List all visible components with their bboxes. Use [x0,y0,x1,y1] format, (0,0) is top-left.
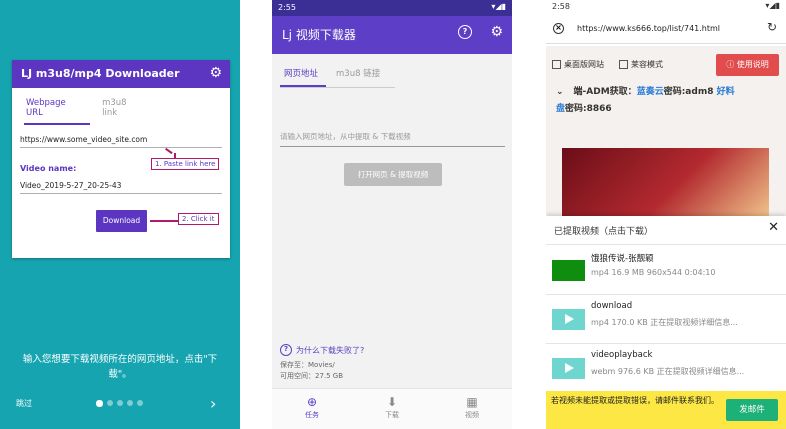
card-tabs: Webpage URL m3u8 link [24,96,154,125]
faq-link[interactable]: ? 为什么下载失败了? [280,344,364,356]
app-bar: Lj 视频下载器 ? ⚙ [272,16,512,54]
onboarding-panel: LJ m3u8/mp4 Downloader ⚙ Webpage URL m3u… [0,0,240,429]
checkbox-label: 桌面版网站 [564,60,604,69]
card-title: LJ m3u8/mp4 Downloader [21,67,180,80]
desktop-mode-checkbox[interactable]: 桌面版网站 [552,59,604,70]
page-dot [117,400,123,406]
url-field: https://www.some_video_site.com [20,135,222,148]
video-item[interactable]: videoplayback webm 976.6 KB 正在提取视频详细信息..… [546,344,786,392]
chevron-right-icon[interactable]: › [210,394,216,413]
checkbox-icon [619,60,628,69]
download-icon: ⬇ [386,395,398,409]
refresh-icon[interactable]: ↻ [767,20,777,34]
checkbox-icon [552,60,561,69]
email-button[interactable]: 发邮件 [726,399,778,421]
browser-panel: 2:58 ▾◢▮ × https://www.ks666.top/list/74… [546,0,786,429]
web-page-text: ⌄ 端-ADM获取：蓝奏云密码:adm8 好料 盘密码:8866 [556,84,781,118]
onboarding-instruction: 输入您想要下载视频所在的网页地址，点击"下载"。 [22,354,218,380]
signal-battery-icon: ▾◢▮ [491,2,506,11]
url-text[interactable]: https://www.ks666.top/list/741.html [577,24,720,33]
play-icon [552,309,585,330]
tab-webpage-address[interactable]: 网页地址 [280,65,327,87]
status-bar: 2:58 ▾◢▮ [546,0,786,14]
film-icon: ▦ [466,395,478,409]
tab-m3u8-link[interactable]: m3u8 链接 [326,65,380,87]
open-extract-button[interactable]: 打开网页 & 提取视频 [344,163,442,186]
checkbox-label: 莱容模式 [631,60,663,69]
question-icon: ? [280,344,292,356]
video-name: download [591,301,633,311]
video-meta: webm 976.6 KB 正在提取视频详细信息... [591,367,745,376]
tab-m3u8-link: m3u8 link [102,98,127,118]
web-link[interactable]: 好料 [717,87,735,97]
faq-text: 为什么下载失败了? [296,345,365,355]
main-screen-panel: 2:55 ▾◢▮ Lj 视频下载器 ? ⚙ 网页地址 m3u8 链接 请输入网页… [272,0,512,429]
gear-icon[interactable]: ⚙ [490,24,503,40]
chevron-down-icon: ⌄ [556,87,564,97]
free-space: 可用空间：27.5 GB [280,372,344,380]
tab-webpage-url: Webpage URL [24,96,91,125]
incognito-checkbox[interactable]: 莱容模式 [619,59,663,70]
divider [546,244,786,245]
status-bar: 2:55 ▾◢▮ [272,0,512,16]
video-item[interactable]: 饿狼传说-张靓颖 mp4 16.9 MB 960x544 0:04:10 [546,246,786,294]
video-name: videoplayback [591,350,653,360]
video-name-field: Video_2019-5-27_20-25-43 [20,181,222,194]
gear-icon: ⚙ [209,65,222,81]
app-title: Lj 视频下载器 [282,28,356,42]
skip-button[interactable]: 跳过 [16,398,32,409]
web-text-e: 密码:8866 [565,104,612,114]
video-meta: mp4 16.9 MB 960x544 0:04:10 [591,268,716,277]
url-input[interactable]: 请输入网页地址，从中提取 & 下载视频 [280,131,505,147]
nav-downloads[interactable]: ⬇ 下载 [352,389,432,429]
download-button: Download [96,210,147,232]
web-text-a: 端-ADM获取： [573,87,637,97]
callout2-arrow [150,220,178,222]
video-poster-image [562,148,769,218]
help-icon[interactable]: ? [458,25,472,39]
video-item[interactable]: download mp4 170.0 KB 正在提取视频详细信息... [546,295,786,343]
callout-click-it: 2. Click it [178,213,219,225]
nav-label: 视频 [465,411,479,419]
nav-tasks[interactable]: ⊕ 任务 [272,389,352,429]
web-content: 桌面版网站 莱容模式 ⓘ 使用说明 ⌄ 端-ADM获取：蓝奏云密码:adm8 好料… [546,46,786,218]
video-name-label: Video name: [20,164,77,173]
add-circle-icon: ⊕ [306,395,318,409]
bottom-nav: ⊕ 任务 ⬇ 下载 ▦ 视频 [272,388,512,429]
web-text-b: 密码:adm8 [663,87,717,97]
sheet-title: 已提取视频（点击下载） [554,227,654,237]
page-dot [137,400,143,406]
status-time: 2:58 [552,2,570,11]
nav-label: 任务 [305,411,319,419]
storage-info: 保存至：Movies/ 可用空间：27.5 GB [280,360,343,382]
save-path: 保存至：Movies/ [280,361,335,369]
input-tabs: 网页地址 m3u8 链接 [280,65,395,88]
close-icon[interactable]: × [553,23,564,34]
nav-label: 下载 [385,411,399,419]
close-icon[interactable]: ✕ [768,220,779,235]
page-indicator [96,399,147,407]
banner-text: 若视频未能提取或提取错误，请邮件联系我们。 [551,396,719,405]
callout-paste-link: 1. Paste link here [151,158,220,170]
onboarding-footer: 跳过 › [0,394,240,414]
video-name: 饿狼传说-张靓颖 [591,254,654,264]
page-dot [107,400,113,406]
browser-url-bar: × https://www.ks666.top/list/741.html ↻ [546,14,786,44]
signal-battery-icon: ▾◢▮ [765,1,780,10]
page-dot [127,400,133,406]
error-banner: 若视频未能提取或提取错误，请邮件联系我们。 发邮件 [546,391,786,429]
web-link[interactable]: 盘 [556,104,565,114]
video-meta: mp4 170.0 KB 正在提取视频详细信息... [591,318,738,327]
video-thumbnail [552,260,585,281]
nav-videos[interactable]: ▦ 视频 [432,389,512,429]
card-app-bar: LJ m3u8/mp4 Downloader ⚙ [12,60,230,88]
page-dot [96,399,103,407]
manual-label: 使用说明 [736,60,769,69]
status-time: 2:55 [278,3,296,12]
web-link[interactable]: 蓝奏云 [637,87,664,97]
play-icon [552,358,585,379]
manual-button[interactable]: ⓘ 使用说明 [716,54,779,76]
